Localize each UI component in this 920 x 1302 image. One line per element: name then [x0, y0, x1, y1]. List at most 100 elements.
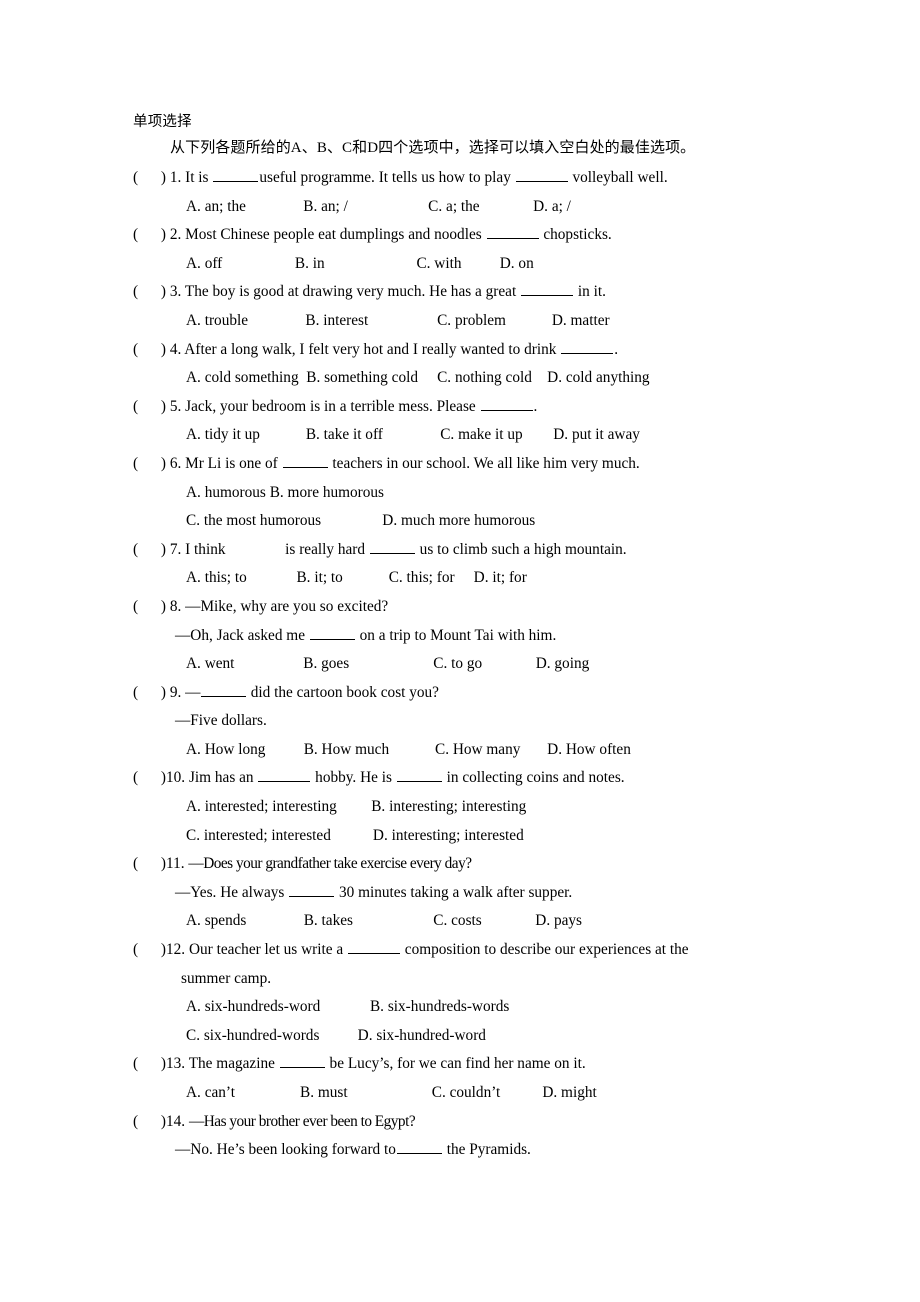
question-11-text-a: —Does your grandfather take exercise eve… — [188, 855, 472, 873]
question-14: () 14. —Has your brother ever been to Egy… — [133, 1108, 793, 1165]
question-1-stem: () 1. It is useful programme. It tells u… — [133, 164, 793, 193]
question-8-reply-b: on a trip to Mount Tai with him. — [355, 626, 557, 644]
answer-bracket-4[interactable]: () — [133, 336, 166, 365]
question-2-stem: () 2. Most Chinese people eat dumplings … — [133, 221, 793, 250]
question-3-number: 3. — [169, 283, 182, 301]
question-12-text-b: composition to describe our experiences … — [400, 941, 689, 959]
question-14-number: 14. — [166, 1112, 186, 1130]
question-11-reply-a: —Yes. He always — [175, 883, 289, 901]
question-8-stem: () 8. —Mike, why are you so excited? — [133, 593, 793, 622]
question-10-text-b: hobby. He is — [311, 769, 396, 787]
document-content: 单项选择 从下列各题所给的A、B、C和D四个选项中，选择可以填入空白处的最佳选项… — [133, 112, 793, 1165]
question-9-number: 9. — [169, 683, 182, 701]
question-6-options-line-1: A. humorous B. more humorous — [186, 483, 385, 501]
question-1-number: 1. — [169, 169, 182, 186]
question-2-options: A. off B. in C. with D. on — [186, 254, 534, 272]
question-12-options-line-1: A. six-hundreds-word B. six-hundreds-wor… — [186, 998, 510, 1016]
question-10-text-a: Jim has an — [188, 769, 258, 787]
question-11-reply-b: 30 minutes taking a walk after supper. — [335, 883, 573, 901]
question-7-options: A. this; to B. it; to C. this; for D. it… — [186, 569, 527, 587]
question-10-stem: () 10. Jim has an hobby. He is in collect… — [133, 764, 793, 793]
answer-bracket-14[interactable]: () — [133, 1108, 166, 1137]
blank-1a — [213, 167, 259, 182]
question-8-reply: —Oh, Jack asked me on a trip to Mount Ta… — [133, 622, 793, 651]
question-9: () 9. — did the cartoon book cost you? —… — [133, 679, 793, 765]
question-9-stem: () 9. — did the cartoon book cost you? — [133, 679, 793, 708]
question-3: () 3. The boy is good at drawing very mu… — [133, 278, 793, 335]
answer-bracket-1[interactable]: () — [133, 164, 166, 193]
document-page: 单项选择 从下列各题所给的A、B、C和D四个选项中，选择可以填入空白处的最佳选项… — [0, 0, 920, 1302]
question-1-text-c: volleyball well. — [568, 169, 668, 186]
question-13-options: A. can’t B. must C. couldn’t D. might — [186, 1084, 597, 1101]
answer-bracket-3[interactable]: () — [133, 278, 166, 307]
question-6-stem: () 6. Mr Li is one of teachers in our sc… — [133, 450, 793, 479]
question-8-options: A. went B. goes C. to go D. going — [186, 655, 590, 673]
question-10: () 10. Jim has an hobby. He is in collect… — [133, 764, 793, 850]
blank-1b — [515, 167, 568, 182]
question-4-options: A. cold something B. something cold C. n… — [186, 369, 650, 387]
question-4-stem: () 4. After a long walk, I felt very hot… — [133, 336, 793, 365]
blank-13a — [279, 1053, 325, 1069]
question-3-options: A. trouble B. interest C. problem D. mat… — [186, 311, 610, 329]
question-7-number: 7. — [169, 540, 182, 558]
blank-10b — [396, 767, 442, 783]
answer-bracket-2[interactable]: () — [133, 221, 166, 250]
question-14-stem: () 14. —Has your brother ever been to Egy… — [133, 1108, 793, 1137]
question-1: () 1. It is useful programme. It tells u… — [133, 164, 793, 221]
blank-14a — [396, 1139, 442, 1155]
answer-bracket-12[interactable]: () — [133, 936, 166, 965]
blank-10a — [258, 767, 311, 783]
question-8-number: 8. — [169, 597, 182, 615]
question-4-number: 4. — [169, 340, 182, 358]
answer-bracket-7[interactable]: () — [133, 536, 166, 565]
question-10-text-c: in collecting coins and notes. — [442, 769, 625, 787]
question-2-number: 2. — [169, 226, 182, 244]
answer-bracket-5[interactable]: () — [133, 393, 166, 422]
question-7-stem: () 7. I think is really hard us to climb… — [133, 536, 793, 565]
question-2: () 2. Most Chinese people eat dumplings … — [133, 221, 793, 278]
section-title: 单项选择 — [133, 114, 192, 130]
blank-3a — [521, 281, 574, 297]
question-5-text-b: . — [533, 397, 538, 415]
answer-bracket-9[interactable]: () — [133, 679, 166, 708]
question-6-number: 6. — [169, 454, 182, 472]
question-2-text-a: Most Chinese people eat dumplings and no… — [185, 226, 486, 244]
blank-11a — [289, 882, 335, 897]
question-12-continuation: summer camp. — [181, 969, 272, 987]
question-13: () 13. The magazine be Lucy’s, for we can… — [133, 1050, 793, 1107]
question-5-stem: () 5. Jack, your bedroom is in a terribl… — [133, 393, 793, 422]
answer-bracket-10[interactable]: () — [133, 764, 166, 793]
question-5: () 5. Jack, your bedroom is in a terribl… — [133, 393, 793, 450]
answer-bracket-8[interactable]: () — [133, 593, 166, 622]
question-10-options-line-1: A. interested; interesting B. interestin… — [186, 798, 527, 816]
question-9-text-a: — — [185, 683, 200, 701]
question-7: () 7. I think is really hard us to climb… — [133, 536, 793, 593]
question-10-number: 10. — [166, 769, 186, 787]
question-5-text-a: Jack, your bedroom is in a terrible mess… — [185, 397, 480, 415]
answer-bracket-6[interactable]: () — [133, 450, 166, 479]
question-9-options: A. How long B. How much C. How many D. H… — [186, 740, 631, 758]
question-12-number: 12. — [166, 941, 186, 959]
answer-bracket-11[interactable]: () — [133, 850, 166, 879]
blank-5a — [480, 396, 533, 411]
question-14-text-a: —Has your brother ever been to Egypt? — [188, 1112, 416, 1130]
question-6-options-line-2: C. the most humorous D. much more humoro… — [186, 512, 536, 530]
question-7-text-a: I think — [185, 540, 230, 558]
blank-12a — [347, 939, 400, 955]
question-6-text-b: teachers in our school. We all like him … — [328, 454, 640, 472]
question-11: () 11. —Does your grandfather take exerci… — [133, 850, 793, 936]
question-7-text-b: is really hard — [281, 540, 369, 558]
section-instruction: 从下列各题所给的A、B、C和D四个选项中，选择可以填入空白处的最佳选项。 — [170, 140, 696, 156]
blank-2a — [486, 224, 539, 240]
blank-6a — [282, 453, 328, 468]
question-11-stem: () 11. —Does your grandfather take exerci… — [133, 850, 793, 879]
question-4: () 4. After a long walk, I felt very hot… — [133, 336, 793, 393]
blank-7b — [369, 539, 415, 554]
question-7-text-c: us to climb such a high mountain. — [415, 540, 627, 558]
answer-bracket-13[interactable]: () — [133, 1050, 166, 1079]
question-9-text-b: did the cartoon book cost you? — [246, 683, 439, 701]
question-4-text-b: . — [614, 340, 619, 358]
question-14-reply-b: the Pyramids. — [442, 1141, 531, 1159]
question-11-reply: —Yes. He always 30 minutes taking a walk… — [133, 879, 793, 908]
blank-9a — [200, 682, 246, 697]
